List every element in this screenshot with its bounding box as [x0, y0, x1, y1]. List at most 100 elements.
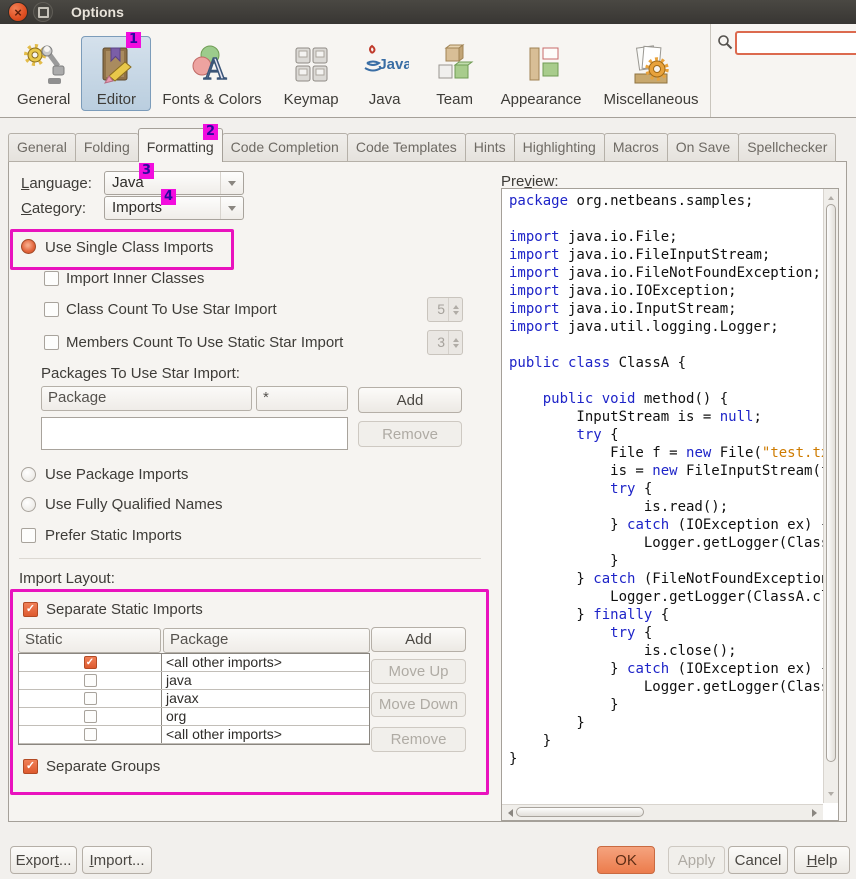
toolbar-item-general[interactable]: General: [6, 36, 81, 111]
category-combobox[interactable]: Imports: [104, 196, 244, 220]
toolbar-item-java[interactable]: Java Java: [350, 36, 420, 111]
row-static-checkbox[interactable]: [84, 692, 97, 705]
toolbar-item-appearance[interactable]: Appearance: [490, 36, 593, 111]
use-package-imports-label: Use Package Imports: [45, 466, 188, 483]
appearance-layout-icon: [517, 41, 565, 89]
class-count-star-label: Class Count To Use Star Import: [66, 301, 277, 318]
package-column-header[interactable]: Package: [41, 386, 252, 411]
tab-formatting[interactable]: Formatting: [138, 128, 223, 162]
import-button[interactable]: Import...: [82, 846, 152, 874]
table-row[interactable]: java: [19, 672, 369, 690]
scroll-right-icon[interactable]: [812, 809, 821, 817]
row-static-checkbox[interactable]: [84, 656, 97, 669]
static-column-header[interactable]: Static: [18, 628, 161, 653]
java-logo-icon: Java: [361, 41, 409, 89]
toolbar-label-team: Team: [436, 91, 473, 108]
use-fully-qualified-radio[interactable]: [21, 497, 36, 512]
tab-highlighting[interactable]: Highlighting: [514, 133, 605, 162]
table-row[interactable]: <all other imports>: [19, 726, 369, 744]
close-button[interactable]: [8, 2, 28, 22]
row-static-checkbox[interactable]: [84, 674, 97, 687]
horizontal-scroll-thumb[interactable]: [516, 807, 644, 817]
toolbar-item-miscellaneous[interactable]: Miscellaneous: [593, 36, 710, 111]
toolbar-item-team[interactable]: Team: [420, 36, 490, 111]
layout-add-button[interactable]: Add: [371, 627, 466, 652]
separate-static-imports-label: Separate Static Imports: [46, 601, 203, 618]
titlebar: Options: [0, 0, 856, 24]
export-button[interactable]: Export...: [10, 846, 77, 874]
spinner-down-icon[interactable]: [453, 344, 459, 351]
scroll-up-icon[interactable]: [828, 193, 834, 200]
layout-move-up-button[interactable]: Move Up: [371, 659, 466, 684]
row-static-checkbox[interactable]: [84, 710, 97, 723]
toolbar-categories: General Editor A Fonts & Colors: [0, 24, 710, 117]
separate-static-imports-checkbox[interactable]: [23, 602, 38, 617]
ok-button[interactable]: OK: [597, 846, 655, 874]
scroll-left-icon[interactable]: [504, 809, 513, 817]
packages-remove-button[interactable]: Remove: [358, 421, 462, 447]
language-label: Language:: [21, 175, 92, 192]
tab-macros[interactable]: Macros: [604, 133, 668, 162]
packages-star-label: Packages To Use Star Import:: [41, 365, 240, 382]
apply-button[interactable]: Apply: [668, 846, 725, 874]
import-layout-table[interactable]: <all other imports>javajavaxorg<all othe…: [18, 653, 370, 745]
tab-code-templates[interactable]: Code Templates: [347, 133, 466, 162]
category-value: Imports: [112, 199, 162, 216]
members-count-star-checkbox[interactable]: [44, 335, 59, 350]
window-title: Options: [71, 4, 124, 20]
vertical-scrollbar[interactable]: [823, 189, 838, 803]
table-row[interactable]: org: [19, 708, 369, 726]
keymap-keyboard-icon: [287, 41, 335, 89]
help-button[interactable]: Help: [794, 846, 850, 874]
row-static-checkbox[interactable]: [84, 728, 97, 741]
members-count-spinner[interactable]: 3: [427, 330, 463, 355]
toolbar-label-fonts-colors: Fonts & Colors: [162, 91, 261, 108]
tab-hints[interactable]: Hints: [465, 133, 515, 162]
scroll-down-icon[interactable]: [828, 792, 834, 799]
table-row[interactable]: javax: [19, 690, 369, 708]
class-count-spinner[interactable]: 5: [427, 297, 463, 322]
row-package-cell: <all other imports>: [162, 654, 369, 671]
use-package-imports-radio[interactable]: [21, 467, 36, 482]
import-inner-classes-checkbox[interactable]: [44, 271, 59, 286]
toolbar-item-keymap[interactable]: Keymap: [273, 36, 350, 111]
maximize-button[interactable]: [33, 2, 53, 22]
toolbar-item-editor[interactable]: Editor: [81, 36, 151, 111]
vertical-scroll-thumb[interactable]: [826, 204, 836, 762]
prefer-static-imports-checkbox[interactable]: [21, 528, 36, 543]
language-combobox[interactable]: Java: [104, 171, 244, 195]
members-count-star-label: Members Count To Use Static Star Import: [66, 334, 343, 351]
search-area: [710, 24, 856, 117]
horizontal-scrollbar[interactable]: [502, 804, 823, 820]
toolbar-label-appearance: Appearance: [501, 91, 582, 108]
toolbar-item-fonts-colors[interactable]: A Fonts & Colors: [151, 36, 272, 111]
tab-general[interactable]: General: [8, 133, 76, 162]
cancel-button[interactable]: Cancel: [728, 846, 788, 874]
separate-groups-checkbox[interactable]: [23, 759, 38, 774]
layout-move-down-button[interactable]: Move Down: [371, 692, 466, 717]
tab-code-completion[interactable]: Code Completion: [222, 133, 348, 162]
tab-spellchecker[interactable]: Spellchecker: [738, 133, 836, 162]
packages-add-button[interactable]: Add: [358, 387, 462, 413]
spinner-up-icon[interactable]: [453, 335, 459, 342]
tab-folding[interactable]: Folding: [75, 133, 139, 162]
tab-on-save[interactable]: On Save: [667, 133, 739, 162]
packages-star-list[interactable]: [41, 417, 348, 450]
divider: [19, 558, 481, 559]
use-single-class-imports-radio[interactable]: [21, 239, 36, 254]
formatting-panel: Language: Java Category: Imports Use Sin…: [8, 161, 847, 822]
toolbar-label-miscellaneous: Miscellaneous: [604, 91, 699, 108]
class-count-star-checkbox[interactable]: [44, 302, 59, 317]
editor-tabs: General Folding Formatting Code Completi…: [8, 128, 835, 162]
table-row[interactable]: <all other imports>: [19, 654, 369, 672]
spinner-up-icon[interactable]: [453, 302, 459, 309]
search-icon: [717, 34, 733, 50]
package-layout-column-header[interactable]: Package: [163, 628, 370, 653]
star-column-header[interactable]: *: [256, 386, 348, 411]
preview-code[interactable]: package org.netbeans.samples; import jav…: [502, 189, 823, 803]
search-input[interactable]: [735, 31, 856, 55]
team-cubes-icon: [431, 41, 479, 89]
spinner-down-icon[interactable]: [453, 311, 459, 318]
toolbar: General Editor A Fonts & Colors: [0, 24, 856, 118]
layout-remove-button[interactable]: Remove: [371, 727, 466, 752]
